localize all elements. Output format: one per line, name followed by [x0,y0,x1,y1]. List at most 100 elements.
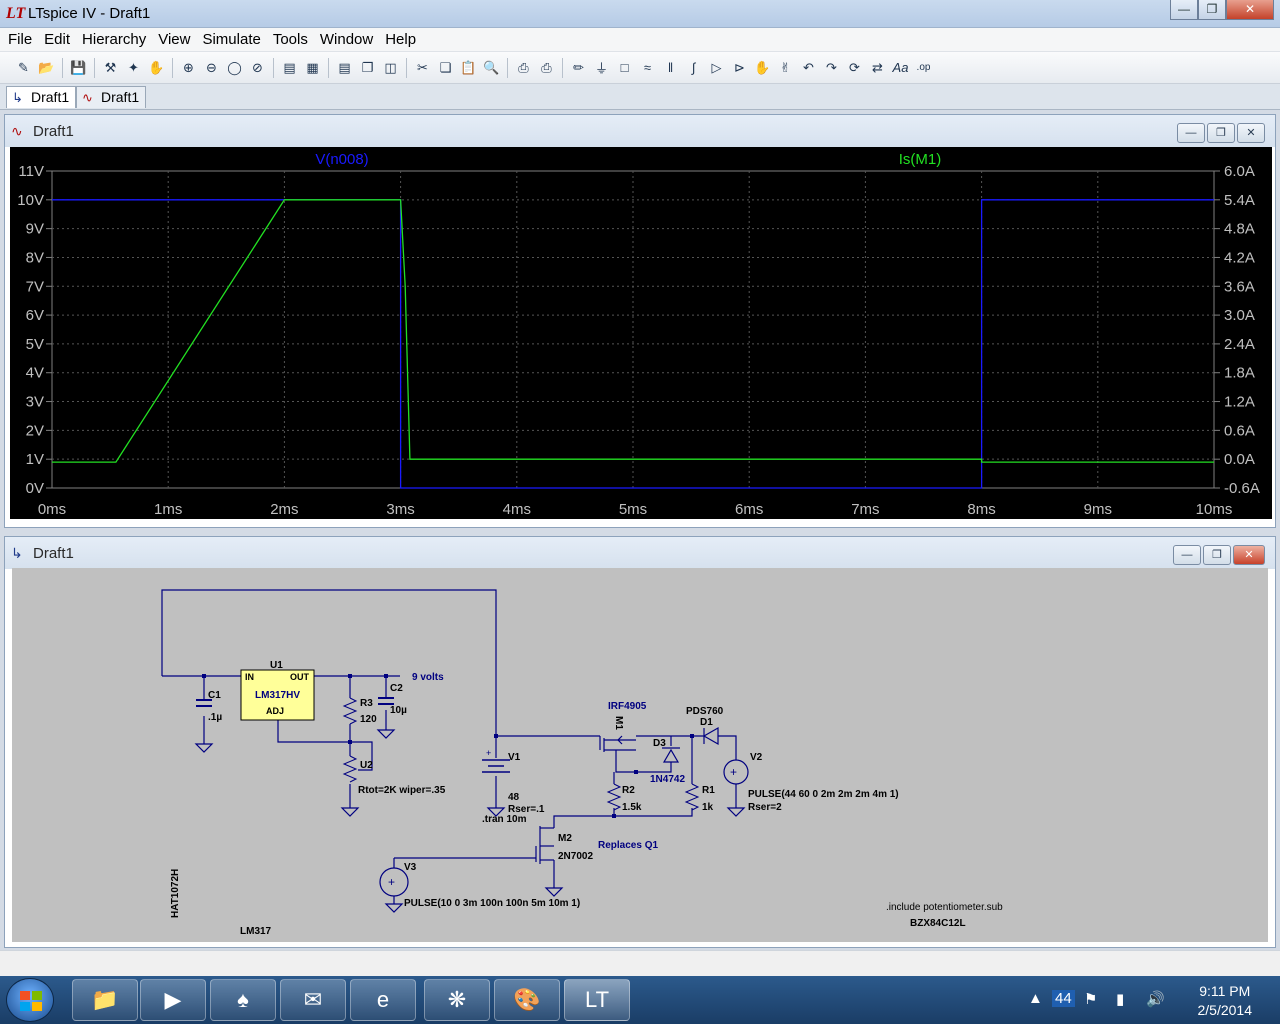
label-icon[interactable]: □ [613,57,636,79]
menu-simulate[interactable]: Simulate [196,29,266,51]
menu-bar: File Edit Hierarchy View Simulate Tools … [0,28,1280,52]
schematic-window-controls: — ❐ ✕ [1173,545,1265,565]
menu-hierarchy[interactable]: Hierarchy [76,29,152,51]
copy-icon[interactable]: ❏ [434,57,457,79]
rotate-icon[interactable]: ⟳ [843,57,866,79]
toolbar: ✎ 📂 💾 ⚒ ✦ ✋ ⊕ ⊖ ◯ ⊘ ▤ ▦ ▤ ❐ ◫ ✂ ❏ 📋 🔍 ⎙ … [0,52,1280,84]
start-button[interactable] [6,978,54,1022]
move-icon[interactable]: ✋ [751,57,774,79]
menu-view[interactable]: View [152,29,196,51]
redo-icon[interactable]: ↷ [820,57,843,79]
network-icon[interactable]: ▮ [1116,990,1124,1008]
inductor-icon[interactable]: ∫ [682,57,705,79]
waveform-chart[interactable]: 0ms 1ms 2ms 3ms 4ms 5ms 6ms 7ms 8ms 9ms 10ms 0V 1V 2V… [10,147,1272,519]
close-button[interactable]: ✕ [1237,123,1265,143]
zoom-cancel-icon[interactable]: ⊘ [246,57,269,79]
menu-file[interactable]: File [2,29,38,51]
tile-vertical-icon[interactable]: ◫ [379,57,402,79]
v3-ref-label: V3 [404,862,417,873]
diode-d1[interactable] [702,726,719,746]
minimize-button[interactable]: — [1177,123,1205,143]
potentiometer-u2[interactable] [342,755,358,783]
resistor-icon[interactable]: ≈ [636,57,659,79]
menu-window[interactable]: Window [314,29,379,51]
drag-icon[interactable]: ✌ [774,57,797,79]
outlook-icon[interactable]: ✉ [280,979,346,1021]
acrobat-icon[interactable]: ❋ [424,979,490,1021]
mosfet-m2[interactable] [535,826,554,864]
schematic-window-title: Draft1 [33,545,74,562]
component-icon[interactable]: ⊳ [728,57,751,79]
find-icon[interactable]: 🔍 [480,57,503,79]
u2-value-label: Rtot=2K wiper=.35 [358,785,446,796]
ltspice-icon[interactable]: LT [564,979,630,1021]
cut-icon[interactable]: ✂ [411,57,434,79]
capacitor-icon[interactable]: ‖ [659,57,682,79]
schematic-canvas[interactable]: + + + U1 IN OUT LM317HV ADJ C1 .1µ C2 10… [12,568,1268,942]
halt-icon[interactable]: ✋ [145,57,168,79]
open-icon[interactable]: 📂 [35,57,58,79]
resistor-r2[interactable] [606,783,622,811]
autorange-icon[interactable]: ▤ [278,57,301,79]
solitaire-icon[interactable]: ♠ [210,979,276,1021]
tile-horizontal-icon[interactable]: ▤ [333,57,356,79]
ground-icon[interactable]: ⏚ [590,57,613,79]
print-setup-icon[interactable]: ⎙ [512,57,535,79]
capacitor-c2[interactable] [378,697,394,705]
internet-explorer-icon[interactable]: e [350,979,416,1021]
text-icon[interactable]: Aa [889,57,912,79]
show-hidden-icons-icon[interactable]: ▲ [1028,990,1043,1007]
restore-button[interactable]: ❐ [1203,545,1231,565]
v2-value-label: PULSE(44 60 0 2m 2m 2m 4m 1) [748,789,899,800]
voltage-source-v2[interactable]: + [723,759,749,785]
action-center-flag-icon[interactable]: ⚑ [1084,990,1097,1008]
spice-directive-icon[interactable]: .op [912,57,935,79]
close-button[interactable]: ✕ [1226,0,1274,20]
minimize-button[interactable]: — [1170,0,1198,20]
diode-icon[interactable]: ▷ [705,57,728,79]
restore-button[interactable]: ❐ [1207,123,1235,143]
control-panel-icon[interactable]: ⚒ [99,57,122,79]
menu-edit[interactable]: Edit [38,29,76,51]
zoom-fit-icon[interactable]: ◯ [223,57,246,79]
paste-icon[interactable]: 📋 [457,57,480,79]
resistor-r1[interactable] [684,783,700,811]
menu-help[interactable]: Help [379,29,422,51]
cascade-icon[interactable]: ❐ [356,57,379,79]
resistor-r3[interactable] [342,697,358,725]
print-icon[interactable]: ⎙ [535,57,558,79]
ground-icon [384,903,404,913]
new-schematic-icon[interactable]: ✎ [12,57,35,79]
minimize-button[interactable]: — [1173,545,1201,565]
replaces-q1-comment: Replaces Q1 [598,840,658,851]
close-button[interactable]: ✕ [1233,545,1265,565]
schematic-drawing[interactable]: + + + U1 IN OUT LM317HV ADJ C1 .1µ C2 10… [12,568,1268,942]
tray-badge[interactable]: 44 [1052,990,1075,1007]
clock[interactable]: 9:11 PM 2/5/2014 [1198,982,1253,1020]
paint-icon[interactable]: 🎨 [494,979,560,1021]
zoom-in-icon[interactable]: ⊕ [177,57,200,79]
run-icon[interactable]: ✦ [122,57,145,79]
tab-schematic[interactable]: ↳ Draft1 [6,86,77,108]
windows-explorer-icon[interactable]: 📁 [72,979,138,1021]
include-directive[interactable]: .include potentiometer.sub [886,902,1003,913]
tran-directive[interactable]: .tran 10m [482,814,527,825]
mirror-icon[interactable]: ⇄ [866,57,889,79]
volume-icon[interactable]: 🔊 [1146,990,1165,1008]
bzx84-comment: BZX84C12L [910,918,966,929]
c1-ref-label: C1 [208,690,221,701]
restore-button[interactable]: ❐ [1198,0,1226,20]
menu-tools[interactable]: Tools [267,29,314,51]
y-left-tick-label: 1V [26,451,44,468]
mosfet-m1[interactable] [599,735,636,752]
zener-diode-d3[interactable] [662,747,680,763]
waveform-plot[interactable]: 0ms 1ms 2ms 3ms 4ms 5ms 6ms 7ms 8ms 9ms 10ms 0V 1V 2V… [10,147,1272,519]
save-icon[interactable]: 💾 [67,57,90,79]
undo-icon[interactable]: ↶ [797,57,820,79]
media-player-icon[interactable]: ▶ [140,979,206,1021]
tab-waveform[interactable]: ∿ Draft1 [76,86,147,108]
y-right-tick-label: 1.2A [1224,394,1255,411]
wire-icon[interactable]: ✏ [567,57,590,79]
zoom-out-icon[interactable]: ⊖ [200,57,223,79]
grid-icon[interactable]: ▦ [301,57,324,79]
